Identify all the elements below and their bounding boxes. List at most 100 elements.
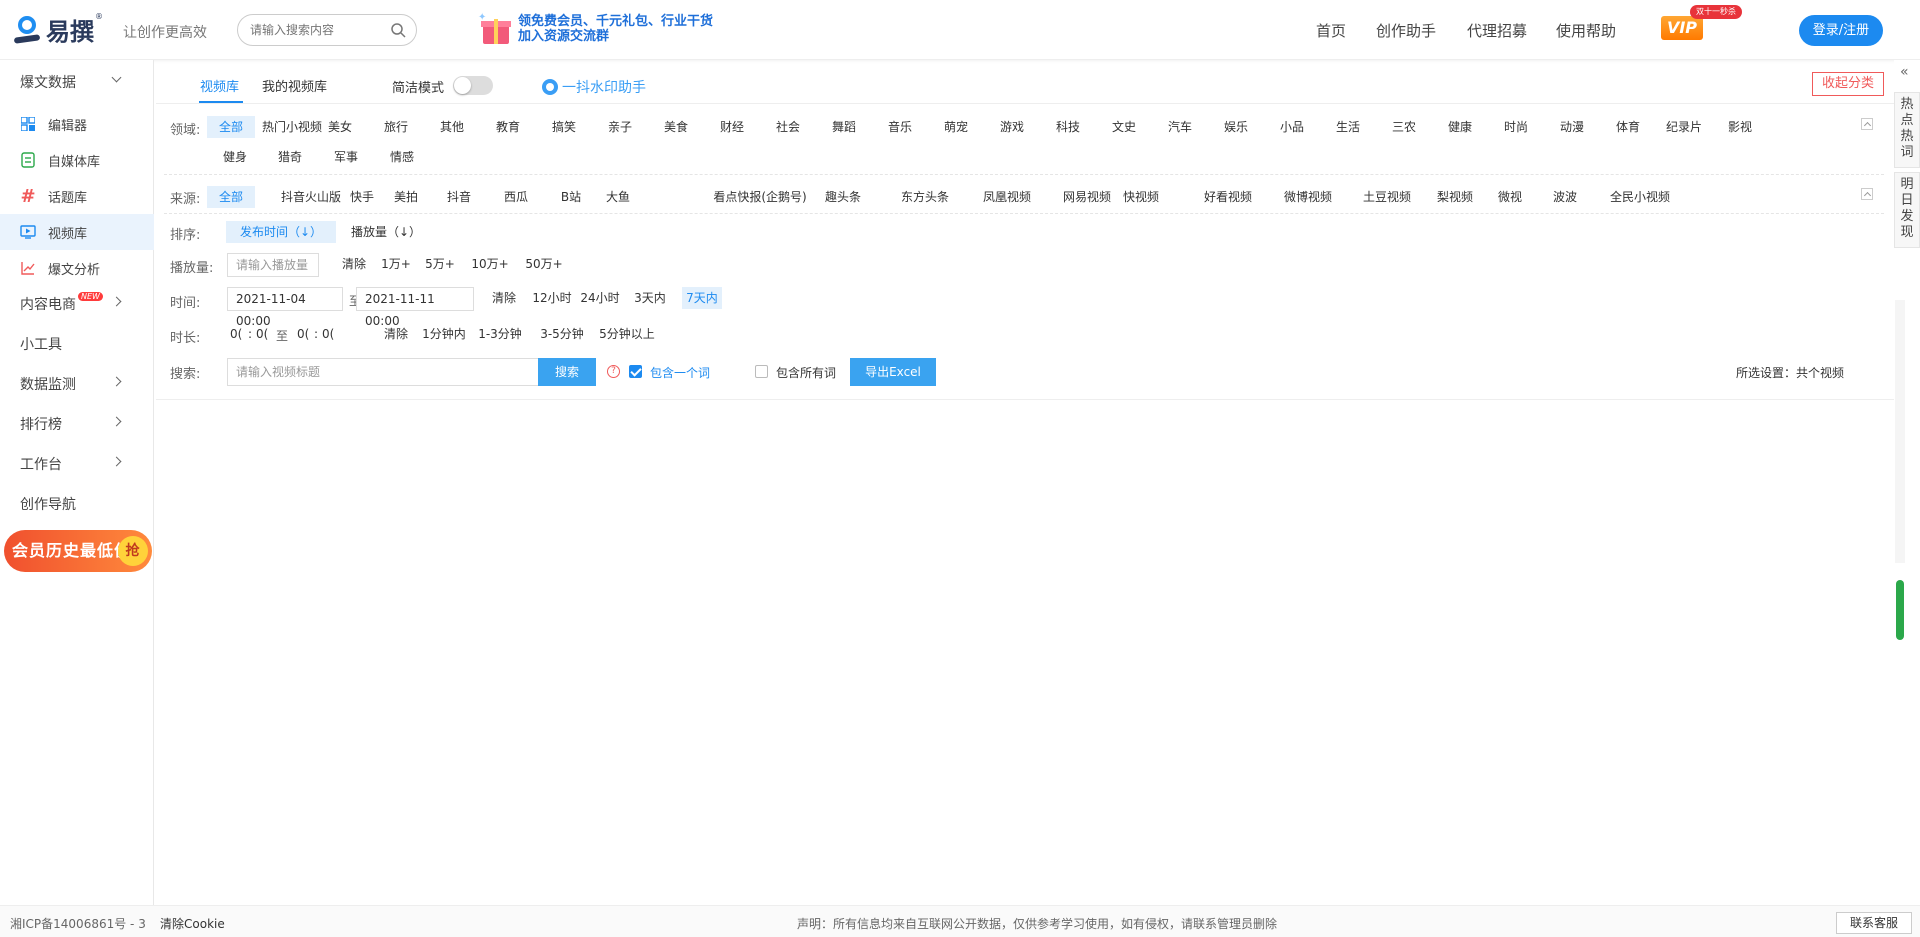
filter-chip[interactable]: 财经 xyxy=(708,116,756,138)
filter-chip[interactable]: 西瓜 xyxy=(492,186,540,208)
filter-chip[interactable]: 小品 xyxy=(1268,116,1316,138)
nav-creation-assistant[interactable]: 创作助手 xyxy=(1376,20,1436,41)
filter-chip[interactable]: 1-3分钟 xyxy=(472,323,528,345)
filter-chip[interactable]: 影视 xyxy=(1716,116,1764,138)
filter-chip[interactable]: 体育 xyxy=(1604,116,1652,138)
filter-chip[interactable]: 社会 xyxy=(764,116,812,138)
filter-chip[interactable]: 军事 xyxy=(322,146,370,168)
logo[interactable]: 易撰 ® xyxy=(13,12,103,47)
tomorrow-discover-tab[interactable]: 明日发现 xyxy=(1894,172,1920,248)
video-title-search-input[interactable]: 请输入视频标题 xyxy=(227,358,539,386)
filter-chip[interactable]: 旅行 xyxy=(372,116,420,138)
filter-chip[interactable]: 其他 xyxy=(428,116,476,138)
sidebar-section-baowen[interactable]: 爆文数据 xyxy=(0,64,154,100)
filter-chip[interactable]: 7天内 xyxy=(682,287,722,309)
sidebar-item-topic-lib[interactable]: # 话题库 xyxy=(0,178,154,214)
sidebar-section-guide[interactable]: 创作导航 xyxy=(0,486,154,522)
filter-chip[interactable]: 生活 xyxy=(1324,116,1372,138)
filter-chip[interactable]: 3天内 xyxy=(630,287,670,309)
fold-domain-icon[interactable] xyxy=(1861,118,1873,130)
filter-chip[interactable]: 纪录片 xyxy=(1660,116,1708,138)
collapse-arrow-icon[interactable]: « xyxy=(1900,64,1909,80)
tab-my-video-lib[interactable]: 我的视频库 xyxy=(262,76,327,95)
filter-chip[interactable]: 微博视频 xyxy=(1272,186,1344,208)
filter-chip[interactable]: 搞笑 xyxy=(540,116,588,138)
sidebar-item-media-lib[interactable]: 自媒体库 xyxy=(0,142,154,178)
sidebar-section-ranking[interactable]: 排行榜 xyxy=(0,406,154,442)
filter-chip[interactable]: 抖音 xyxy=(435,186,483,208)
nav-help[interactable]: 使用帮助 xyxy=(1556,20,1616,41)
filter-chip[interactable]: 大鱼 xyxy=(594,186,642,208)
filter-chip[interactable]: B站 xyxy=(547,186,595,208)
contact-support-button[interactable]: 联系客服 xyxy=(1836,912,1912,934)
filter-chip[interactable]: 好看视频 xyxy=(1192,186,1264,208)
duration-hour-end[interactable]: 0( xyxy=(297,327,309,341)
filter-chip[interactable]: 音乐 xyxy=(876,116,924,138)
filter-chip[interactable]: 网易视频 xyxy=(1051,186,1123,208)
sort-publish-time[interactable]: 发布时间（↓） xyxy=(226,221,336,243)
icp-number[interactable]: 湘ICP备14006861号 - 3 xyxy=(10,915,146,932)
contains-all-checkbox[interactable] xyxy=(755,365,768,378)
filter-chip[interactable]: 猎奇 xyxy=(266,146,314,168)
sidebar-item-analysis[interactable]: 爆文分析 xyxy=(0,250,154,286)
filter-chip[interactable]: 东方头条 xyxy=(889,186,961,208)
search-icon[interactable] xyxy=(390,22,406,38)
filter-chip[interactable]: 梨视频 xyxy=(1431,186,1479,208)
contains-one-checkbox[interactable] xyxy=(629,365,642,378)
vip-button[interactable]: VIP xyxy=(1661,16,1703,40)
filter-chip[interactable]: 5分钟以上 xyxy=(596,323,658,345)
tab-video-lib[interactable]: 视频库 xyxy=(200,76,239,95)
sidebar-item-video-lib[interactable]: 视频库 xyxy=(0,214,154,250)
promo-banner[interactable]: ✦ 领免费会员、千元礼包、行业干货 加入资源交流群 xyxy=(478,12,713,46)
filter-chip[interactable]: 舞蹈 xyxy=(820,116,868,138)
filter-chip[interactable]: 微视 xyxy=(1486,186,1534,208)
login-register-button[interactable]: 登录/注册 xyxy=(1799,15,1883,46)
nav-home[interactable]: 首页 xyxy=(1316,20,1346,41)
filter-chip[interactable]: 趣头条 xyxy=(819,186,867,208)
time-end-input[interactable]: 2021-11-11 00:00 xyxy=(356,287,474,328)
filter-chip[interactable]: 10万+ xyxy=(466,253,514,275)
filter-chip[interactable]: 三农 xyxy=(1380,116,1428,138)
filter-chip[interactable]: 清除 xyxy=(336,253,372,275)
filter-chip[interactable]: 12小时 xyxy=(530,287,574,309)
side-scroll-indicator[interactable] xyxy=(1896,580,1904,640)
filter-chip[interactable]: 汽车 xyxy=(1156,116,1204,138)
filter-chip[interactable]: 波波 xyxy=(1541,186,1589,208)
filter-chip[interactable]: 看点快报(企鹅号) xyxy=(695,186,825,208)
duration-min-end[interactable]: 0( xyxy=(322,327,334,341)
filter-chip[interactable]: 热门小视频 xyxy=(260,116,324,138)
filter-chip[interactable]: 5万+ xyxy=(418,253,462,275)
header-search-input[interactable] xyxy=(250,21,390,39)
filter-chip[interactable]: 科技 xyxy=(1044,116,1092,138)
filter-chip[interactable]: 1万+ xyxy=(376,253,416,275)
filter-chip[interactable]: 时尚 xyxy=(1492,116,1540,138)
sidebar-section-monitor[interactable]: 数据监测 xyxy=(0,366,154,402)
scroll-thumb[interactable] xyxy=(1896,580,1904,640)
sidebar-section-workbench[interactable]: 工作台 xyxy=(0,446,154,482)
filter-chip[interactable]: 情感 xyxy=(378,146,426,168)
hot-words-tab[interactable]: 热点热词 xyxy=(1894,92,1920,168)
filter-chip[interactable]: 快视频 xyxy=(1117,186,1165,208)
filter-chip[interactable]: 50万+ xyxy=(520,253,568,275)
fold-source-icon[interactable] xyxy=(1861,188,1873,200)
duration-hour-start[interactable]: 0( xyxy=(230,327,242,341)
duration-min-start[interactable]: 0( xyxy=(256,327,268,341)
filter-chip[interactable]: 美拍 xyxy=(382,186,430,208)
filter-chip[interactable]: 娱乐 xyxy=(1212,116,1260,138)
header-search[interactable] xyxy=(237,14,417,46)
filter-chip[interactable]: 文史 xyxy=(1100,116,1148,138)
sort-play-count[interactable]: 播放量（↓） xyxy=(346,221,426,243)
filter-chip[interactable]: 萌宠 xyxy=(932,116,980,138)
filter-chip[interactable]: 游戏 xyxy=(988,116,1036,138)
clear-cookie-link[interactable]: 清除Cookie xyxy=(160,915,225,932)
filter-chip[interactable]: 1分钟内 xyxy=(420,323,468,345)
filter-chip[interactable]: 清除 xyxy=(486,287,522,309)
nav-agent-recruit[interactable]: 代理招募 xyxy=(1467,20,1527,41)
filter-chip[interactable]: 亲子 xyxy=(596,116,644,138)
help-icon[interactable]: ? xyxy=(607,365,620,378)
filter-chip[interactable]: 3-5分钟 xyxy=(534,323,590,345)
filter-chip[interactable]: 健身 xyxy=(211,146,259,168)
time-start-input[interactable]: 2021-11-04 00:00 xyxy=(227,287,343,328)
sidebar-item-editor[interactable]: 编辑器 xyxy=(0,106,154,142)
filter-chip[interactable]: 美食 xyxy=(652,116,700,138)
